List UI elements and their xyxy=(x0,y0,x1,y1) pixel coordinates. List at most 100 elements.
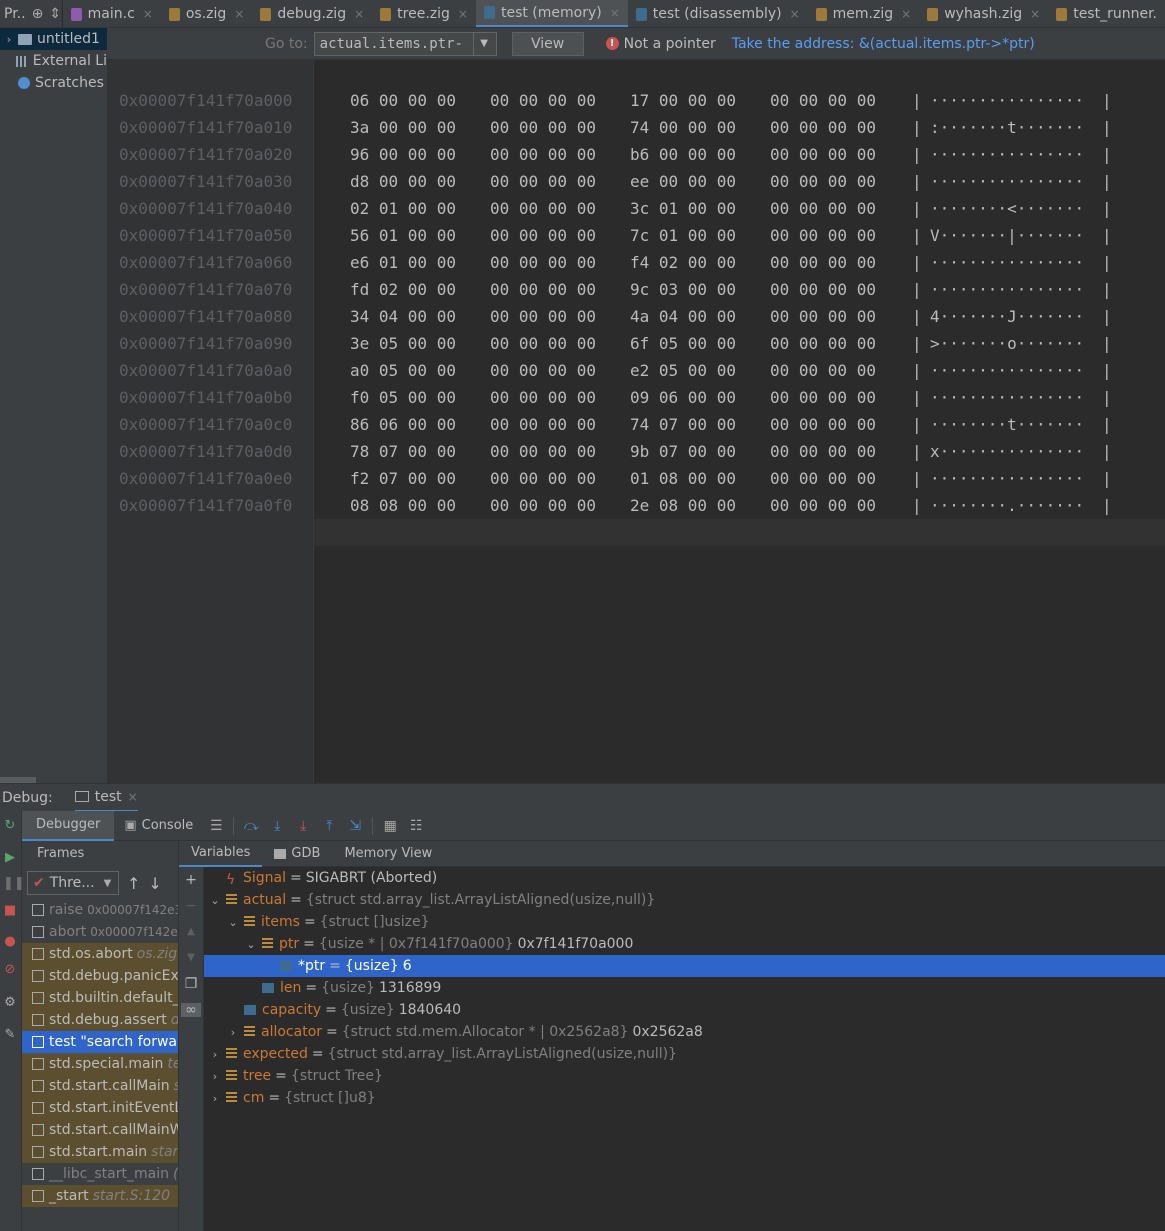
memory-row[interactable]: 0x00007f141f70a050 56 01 00 00 00 00 00 00… xyxy=(107,222,1165,249)
step-into-icon[interactable]: ⤓ xyxy=(264,813,290,839)
collapse-icon[interactable]: ⇕ xyxy=(49,6,61,22)
tab-mem-zig[interactable]: mem.zig × xyxy=(808,0,920,27)
memory-view[interactable]: 0x00007f141f70a000 06 00 00 00 00 00 00 00… xyxy=(107,60,1165,783)
project-item-untitled1[interactable]: › untitled1 xyxy=(0,28,107,50)
tab-debugger[interactable]: Debugger xyxy=(22,810,115,841)
arrow-up-icon[interactable]: ↑ xyxy=(127,874,140,893)
copy-icon[interactable]: ❐ xyxy=(184,977,198,991)
step-out-icon[interactable]: ⤒ xyxy=(316,813,342,839)
move-up-icon[interactable]: ▲ xyxy=(184,925,198,939)
tab-test-disassembly[interactable]: test (disassembly) × xyxy=(628,0,808,27)
memory-row[interactable]: 0x00007f141f70a030 d8 00 00 00 00 00 00 00… xyxy=(107,168,1165,195)
close-icon[interactable]: × xyxy=(128,790,138,804)
frame-item[interactable]: std.start.callMains xyxy=(22,1075,178,1097)
goto-input[interactable] xyxy=(314,32,473,55)
watches-glasses-icon[interactable]: ∞ xyxy=(181,1003,201,1017)
project-item-external-libraries[interactable]: External Li xyxy=(0,50,107,72)
run-to-cursor-icon[interactable]: ⇲ xyxy=(342,813,368,839)
chevron-right-icon[interactable]: › xyxy=(208,1070,222,1083)
tab-wyhash-zig[interactable]: wyhash.zig × xyxy=(919,0,1048,27)
tab-os-zig[interactable]: os.zig × xyxy=(161,0,253,27)
frame-item[interactable]: abort0x00007f142e3b xyxy=(22,921,178,943)
memory-row[interactable]: 0x00007f141f70a070 fd 02 00 00 00 00 00 00… xyxy=(107,276,1165,303)
tab-tree-zig[interactable]: tree.zig × xyxy=(372,0,476,27)
frame-item[interactable]: std.debug.panicExt xyxy=(22,965,178,987)
chevron-down-icon[interactable]: ⌄ xyxy=(226,916,240,929)
close-icon[interactable]: × xyxy=(610,6,620,20)
goto-combobox[interactable]: ▼ xyxy=(313,31,497,56)
tab-variables[interactable]: Variables xyxy=(179,841,263,867)
stop-icon[interactable]: ■ xyxy=(3,904,17,918)
chevron-right-icon[interactable]: › xyxy=(208,1048,222,1061)
close-icon[interactable]: × xyxy=(790,7,800,21)
memory-row[interactable]: 0x00007f141f70a060 e6 01 00 00 00 00 00 00… xyxy=(107,249,1165,276)
chevron-down-icon[interactable]: ⌄ xyxy=(244,938,258,951)
close-icon[interactable]: × xyxy=(458,7,468,21)
frame-item[interactable]: std.start.callMainW xyxy=(22,1119,178,1141)
variable-row-tree[interactable]: › tree = {struct Tree} xyxy=(204,1065,1165,1087)
memory-row[interactable]: 0x00007f141f70a090 3e 05 00 00 00 00 00 00… xyxy=(107,330,1165,357)
close-icon[interactable]: × xyxy=(1030,7,1040,21)
variable-row-cm[interactable]: › cm = {struct []u8} xyxy=(204,1087,1165,1109)
arrow-down-icon[interactable]: ↓ xyxy=(148,874,161,893)
settings-gear-icon[interactable]: ⚙ xyxy=(3,996,17,1010)
move-down-icon[interactable]: ▼ xyxy=(184,951,198,965)
close-icon[interactable]: × xyxy=(901,7,911,21)
frame-item[interactable]: std.special.mainte xyxy=(22,1053,178,1075)
variable-row-expected[interactable]: › expected = {struct std.array_list.ArrayLi… xyxy=(204,1043,1165,1065)
mute-breakpoints-icon[interactable]: ⊘ xyxy=(3,963,17,977)
tab-main-c[interactable]: main.c × xyxy=(63,0,161,27)
tab-console[interactable]: ▣ Console xyxy=(114,811,203,841)
variable-row-actual[interactable]: ⌄ actual = {struct std.array_list.ArrayList… xyxy=(204,889,1165,911)
frame-item[interactable]: test "search forwar xyxy=(22,1031,178,1053)
chevron-right-icon[interactable]: › xyxy=(226,1026,240,1039)
memory-row[interactable]: 0x00007f141f70a0a0 a0 05 00 00 00 00 00 00… xyxy=(107,357,1165,384)
chevron-right-icon[interactable]: › xyxy=(0,33,18,46)
resume-icon[interactable]: ▶ xyxy=(3,851,17,865)
memory-row[interactable]: 0x00007f141f70a000 06 00 00 00 00 00 00 00… xyxy=(107,87,1165,114)
thread-selector[interactable]: ✔ Thre... ▼ xyxy=(27,871,119,895)
memory-row[interactable]: 0x00007f141f70a0c0 86 06 00 00 00 00 00 00… xyxy=(107,411,1165,438)
close-icon[interactable]: × xyxy=(143,7,153,21)
frame-item[interactable]: std.start.initEventL xyxy=(22,1097,178,1119)
add-watch-icon[interactable]: + xyxy=(184,873,198,887)
tab-test-runner[interactable]: test_runner. xyxy=(1048,0,1165,27)
memory-row[interactable]: 0x00007f141f70a0d0 78 07 00 00 00 00 00 00… xyxy=(107,438,1165,465)
pin-icon[interactable]: ✎ xyxy=(3,1028,17,1042)
variable-row-len[interactable]: len = {usize} 1316899 xyxy=(204,977,1165,999)
memory-row[interactable]: 0x00007f141f70a0e0 f2 07 00 00 00 00 00 00… xyxy=(107,465,1165,492)
memory-row[interactable]: 0x00007f141f70a0b0 f0 05 00 00 00 00 00 00… xyxy=(107,384,1165,411)
frame-item[interactable]: raise0x00007f142e3c xyxy=(22,899,178,921)
variable-row-ptr[interactable]: *ptr = {usize} 6 xyxy=(204,955,1165,977)
tab-debug-zig[interactable]: debug.zig × xyxy=(252,0,372,27)
frame-item[interactable]: std.start.mainstart xyxy=(22,1141,178,1163)
variable-row-capacity[interactable]: capacity = {usize} 1840640 xyxy=(204,999,1165,1021)
crosshair-icon[interactable]: ⊕ xyxy=(32,6,44,22)
project-item-scratches[interactable]: Scratches xyxy=(0,72,107,94)
frame-item[interactable]: std.os.abort os.zig: xyxy=(22,943,178,965)
memory-row[interactable]: 0x00007f141f70a080 34 04 00 00 00 00 00 00… xyxy=(107,303,1165,330)
remove-watch-icon[interactable]: − xyxy=(184,899,198,913)
rerun-icon[interactable]: ↻ xyxy=(3,819,17,833)
memory-row[interactable]: 0x00007f141f70a040 02 01 00 00 00 00 00 00… xyxy=(107,195,1165,222)
frame-item[interactable]: __libc_start_main( xyxy=(22,1163,178,1185)
variable-row-signal[interactable]: ϟ Signal = SIGABRT (Aborted) xyxy=(204,867,1165,889)
debug-config-tab[interactable]: test × xyxy=(74,784,138,812)
frame-item[interactable]: std.builtin.default_ xyxy=(22,987,178,1009)
tab-memory-view[interactable]: Memory View xyxy=(332,841,444,867)
frame-item[interactable]: std.debug.assertde xyxy=(22,1009,178,1031)
memory-row[interactable]: 0x00007f141f70a010 3a 00 00 00 00 00 00 00… xyxy=(107,114,1165,141)
evaluate-expression-icon[interactable]: ▦ xyxy=(377,813,403,839)
pause-icon[interactable]: ❚❚ xyxy=(3,877,25,891)
chevron-right-icon[interactable]: › xyxy=(208,1092,222,1105)
memory-row[interactable]: 0x00007f141f70a020 96 00 00 00 00 00 00 00… xyxy=(107,141,1165,168)
force-step-into-icon[interactable]: ⤓ xyxy=(290,813,316,839)
frame-item[interactable]: _start start.S:120 xyxy=(22,1185,178,1207)
view-button[interactable]: View xyxy=(511,31,584,56)
close-icon[interactable]: × xyxy=(354,7,364,21)
project-tool-tab[interactable]: Pr.. ⊕ ⇕ xyxy=(0,0,63,27)
variable-row-allocator[interactable]: › allocator = {struct std.mem.Allocator * |… xyxy=(204,1021,1165,1043)
chevron-down-icon[interactable]: ▼ xyxy=(472,32,495,55)
chevron-down-icon[interactable]: ⌄ xyxy=(208,894,222,907)
close-icon[interactable]: × xyxy=(234,7,244,21)
